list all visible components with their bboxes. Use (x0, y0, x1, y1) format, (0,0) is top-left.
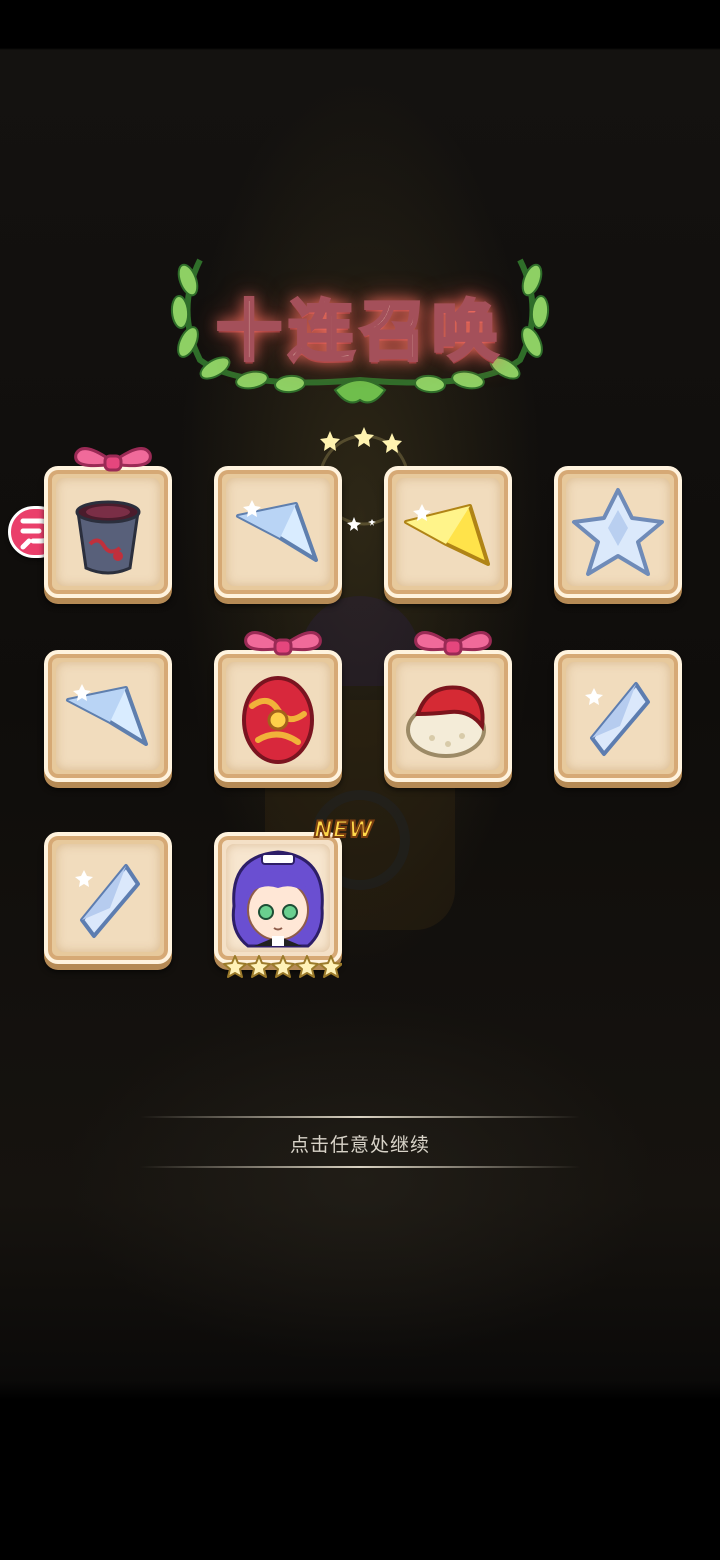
dark-potion-cup-icon (75, 500, 141, 575)
silver-star-shard-icon (236, 500, 318, 562)
red-rice-ball-icon (406, 685, 486, 758)
silver-crystal-cluster-icon (572, 488, 664, 576)
silver-star-shard-icon (66, 684, 148, 746)
new-badge: NEW (313, 817, 374, 844)
summon-card-silver-star[interactable] (44, 650, 172, 782)
summon-card-rice-ball[interactable] (384, 631, 512, 782)
continue-text: 点击任意处继续 (289, 1134, 430, 1156)
summon-card-blue-diamond[interactable] (554, 650, 682, 782)
summon-card-red-egg[interactable] (214, 631, 342, 782)
blue-diamond-shard-icon (75, 864, 140, 938)
summon-card-new-character[interactable]: NEW (214, 817, 374, 978)
purple-hair-maid-character-portrait (231, 850, 324, 948)
summon-card-gold-star[interactable] (384, 466, 512, 598)
divider-bottom (140, 1166, 580, 1168)
summon-card-potion[interactable] (44, 447, 172, 598)
summon-card-blue-diamond[interactable] (44, 832, 172, 964)
red-gold-egg-icon (242, 676, 314, 764)
title-banner: 十连召唤 (160, 250, 560, 420)
blue-diamond-shard-icon (585, 682, 650, 756)
summon-card-silver-star[interactable] (214, 466, 342, 598)
summon-card-silver-crystal[interactable] (554, 466, 682, 598)
divider-top (140, 1116, 580, 1118)
summon-result-screen[interactable]: 十连召唤 NEW 点击任意处继续 (0, 0, 720, 1560)
tap-to-continue-prompt[interactable]: 点击任意处继续 (140, 1114, 580, 1172)
title-text: 十连召唤 (215, 292, 504, 372)
gold-star-shard-icon (404, 504, 490, 566)
five-star-rarity-icon (223, 955, 342, 978)
